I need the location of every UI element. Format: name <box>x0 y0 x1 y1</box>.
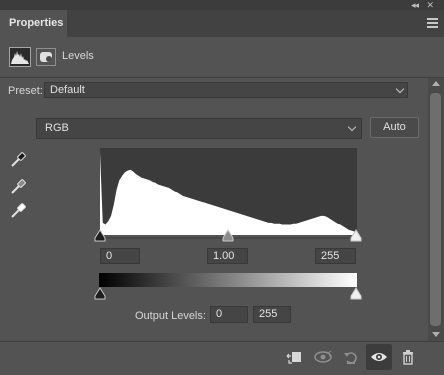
layer-mask-icon[interactable] <box>36 48 56 66</box>
input-gamma-handle[interactable] <box>222 229 234 242</box>
chevron-down-icon <box>347 122 357 132</box>
output-black-point-handle[interactable] <box>94 287 106 300</box>
preset-dropdown[interactable]: Default <box>44 82 408 98</box>
panel-menu-icon[interactable] <box>427 18 438 28</box>
chevron-down-icon <box>395 84 405 94</box>
input-white-field[interactable]: 255 <box>315 248 356 264</box>
tab-bar: Properties <box>0 10 444 37</box>
gray-point-eyedropper-icon[interactable] <box>9 178 27 196</box>
input-black-field[interactable]: 0 <box>100 248 140 264</box>
white-point-eyedropper-icon[interactable] <box>9 202 27 220</box>
panel-top-strip: ◂◂ ✕ <box>0 0 444 10</box>
levels-histogram <box>100 148 357 235</box>
clip-to-layer-icon[interactable] <box>282 344 308 370</box>
collapse-panel-icon[interactable]: ◂◂ <box>411 0 419 10</box>
delete-adjustment-icon[interactable] <box>395 344 421 370</box>
output-white-point-handle[interactable] <box>350 287 362 300</box>
toggle-visibility-icon[interactable] <box>366 344 392 370</box>
properties-header: Levels <box>0 37 444 78</box>
panel-scrollbar[interactable] <box>428 78 444 341</box>
input-gamma-field[interactable]: 1.00 <box>207 248 248 264</box>
input-white-point-handle[interactable] <box>350 229 362 242</box>
output-gradient-bar <box>99 273 357 287</box>
input-levels-slider <box>94 229 362 242</box>
scroll-up-arrow-icon[interactable] <box>432 81 440 86</box>
black-point-eyedropper-icon[interactable] <box>9 151 27 169</box>
view-previous-state-icon[interactable] <box>310 344 336 370</box>
adjustment-name: Levels <box>62 50 94 62</box>
properties-footer <box>0 341 444 375</box>
close-icon[interactable]: ✕ <box>426 0 434 10</box>
output-levels-slider <box>94 287 362 300</box>
reset-adjustment-icon[interactable] <box>338 344 364 370</box>
output-white-field[interactable]: 255 <box>253 306 291 323</box>
auto-button[interactable]: Auto <box>370 117 419 138</box>
levels-controls: Preset: Default RGB Auto 0 1.00 255 Outp… <box>0 78 428 341</box>
preset-label: Preset: <box>8 85 43 97</box>
output-black-field[interactable]: 0 <box>210 306 248 323</box>
levels-histogram-icon[interactable] <box>9 47 31 67</box>
output-levels-label: Output Levels: <box>135 310 206 322</box>
channel-value: RGB <box>45 122 69 134</box>
scroll-down-arrow-icon[interactable] <box>432 332 440 337</box>
input-black-point-handle[interactable] <box>94 229 106 242</box>
scrollbar-thumb[interactable] <box>430 93 441 326</box>
preset-value: Default <box>50 84 85 96</box>
tab-properties[interactable]: Properties <box>0 10 67 37</box>
channel-dropdown[interactable]: RGB <box>36 118 362 139</box>
